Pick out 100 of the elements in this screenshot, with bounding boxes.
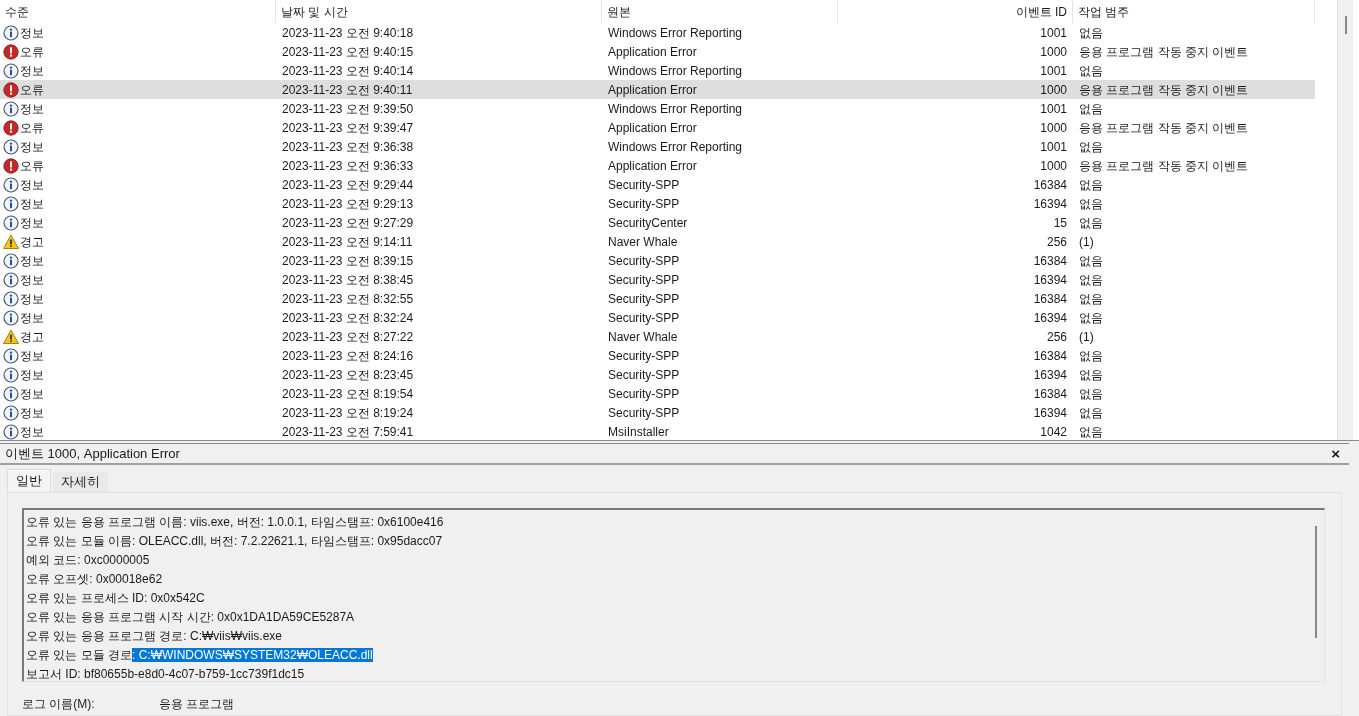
- event-id-text: 16394: [1032, 271, 1068, 289]
- event-id-text: 16394: [1032, 404, 1068, 422]
- event-id-text: 15: [1052, 214, 1068, 232]
- event-id-text: 16384: [1032, 252, 1068, 270]
- event-id-text: 1000: [1039, 119, 1068, 137]
- info-icon: [3, 404, 19, 421]
- info-icon: [3, 195, 19, 212]
- field-label: 로그 이름(M):: [22, 696, 96, 713]
- detail-line: 보고서 ID: bf80655b-e8d0-4c07-b759-1cc739f1dc15: [26, 666, 306, 683]
- level-text: 정보: [20, 347, 44, 365]
- event-id-text: 16384: [1032, 347, 1068, 365]
- category-text: 응용 프로그램 작동 중지 이벤트: [1078, 43, 1250, 61]
- source-text: Application Error: [607, 157, 698, 175]
- info-icon: [3, 24, 19, 41]
- category-text: 없음: [1078, 347, 1104, 365]
- tab[interactable]: 자세히: [53, 472, 108, 492]
- source-text: Security-SPP: [607, 366, 681, 384]
- tab[interactable]: 일반: [7, 469, 51, 492]
- info-icon: [3, 252, 19, 269]
- detail-line: 오류 있는 프로세스 ID: 0x0x542C: [26, 590, 206, 607]
- category-text: 없음: [1078, 404, 1104, 422]
- info-icon: [3, 214, 19, 231]
- level-text: 정보: [20, 100, 44, 118]
- category-text: 응용 프로그램 작동 중지 이벤트: [1078, 81, 1250, 99]
- event-id-text: 16394: [1032, 309, 1068, 327]
- date-text: 2023-11-23 오전 8:19:54: [281, 385, 415, 403]
- info-icon: [3, 138, 19, 155]
- source-text: Security-SPP: [607, 385, 681, 403]
- level-text: 오류: [20, 43, 44, 61]
- source-text: Naver Whale: [607, 233, 679, 251]
- detail-line: 오류 있는 모듈 이름: OLEACC.dll, 버전: 7.2.22621.1, 타임스탬프: 0x95dacc07: [26, 533, 444, 550]
- event-id-text: 1001: [1039, 100, 1068, 118]
- category-text: 없음: [1078, 100, 1104, 118]
- level-text: 정보: [20, 214, 44, 232]
- info-icon: [3, 62, 19, 79]
- category-text: 없음: [1078, 366, 1104, 384]
- warning-icon: [3, 233, 19, 250]
- event-id-text: 16394: [1032, 366, 1068, 384]
- info-icon: [3, 176, 19, 193]
- date-text: 2023-11-23 오전 9:29:13: [281, 195, 415, 213]
- detail-line: 오류 있는 모듈 경로: C:₩WINDOWS₩SYSTEM32₩OLEACC.dll: [26, 647, 374, 664]
- event-id-text: 1042: [1039, 423, 1068, 440]
- source-text: Security-SPP: [607, 309, 681, 327]
- event-id-text: 16384: [1032, 385, 1068, 403]
- level-text: 경고: [20, 233, 44, 251]
- date-text: 2023-11-23 오전 8:32:55: [281, 290, 415, 308]
- close-button[interactable]: ×: [1327, 446, 1344, 461]
- detail-line: 오류 있는 응용 프로그램 경로: C:₩viis₩viis.exe: [26, 628, 283, 645]
- scrollbar[interactable]: [1337, 0, 1353, 440]
- category-text: (1): [1078, 328, 1095, 346]
- error-icon: [3, 43, 19, 60]
- source-text: Security-SPP: [607, 290, 681, 308]
- info-icon: [3, 100, 19, 117]
- event-id-text: 16384: [1032, 176, 1068, 194]
- category-text: 없음: [1078, 62, 1104, 80]
- detail-line: 오류 오프셋: 0x00018e62: [26, 571, 164, 588]
- level-text: 오류: [20, 157, 44, 175]
- error-icon: [3, 81, 19, 98]
- source-text: SecurityCenter: [607, 214, 689, 232]
- category-text: 없음: [1078, 24, 1104, 42]
- date-text: 2023-11-23 오전 9:39:50: [281, 100, 415, 118]
- date-text: 2023-11-23 오전 7:59:41: [281, 423, 415, 440]
- info-icon: [3, 366, 19, 383]
- detail-line: 오류 있는 응용 프로그램 이름: viis.exe, 버전: 1.0.0.1, 타임스탬프: 0x6100e416: [26, 514, 445, 531]
- date-text: 2023-11-23 오전 8:19:24: [281, 404, 415, 422]
- category-text: 없음: [1078, 252, 1104, 270]
- date-text: 2023-11-23 오전 9:40:11: [281, 81, 414, 99]
- date-text: 2023-11-23 오전 9:39:47: [281, 119, 415, 137]
- event-row[interactable]: 오류 2023-11-23 오전 9:40:11 Application Error 1000 응용 프로그램 작동 중지 이벤트: [0, 80, 1315, 99]
- level-text: 오류: [20, 81, 44, 99]
- category-text: 없음: [1078, 290, 1104, 308]
- date-text: 2023-11-23 오전 8:32:24: [281, 309, 415, 327]
- source-text: Windows Error Reporting: [607, 100, 744, 118]
- category-text: 없음: [1078, 309, 1104, 327]
- event-id-text: 256: [1045, 233, 1068, 251]
- level-text: 정보: [20, 195, 44, 213]
- date-text: 2023-11-23 오전 9:36:33: [281, 157, 415, 175]
- level-text: 정보: [20, 271, 44, 289]
- level-text: 정보: [20, 366, 44, 384]
- error-icon: [3, 157, 19, 174]
- source-text: Application Error: [607, 119, 698, 137]
- source-text: Security-SPP: [607, 347, 681, 365]
- date-text: 2023-11-23 오전 8:23:45: [281, 366, 415, 384]
- detail-title: 이벤트 1000, Application Error: [5, 444, 180, 463]
- level-text: 정보: [20, 404, 44, 422]
- error-icon: [3, 119, 19, 136]
- category-text: 응용 프로그램 작동 중지 이벤트: [1078, 119, 1250, 137]
- info-icon: [3, 271, 19, 288]
- date-text: 2023-11-23 오전 8:24:16: [281, 347, 415, 365]
- source-text: Security-SPP: [607, 176, 681, 194]
- event-id-text: 16384: [1032, 290, 1068, 308]
- detail-line: 예외 코드: 0xc0000005: [26, 552, 151, 569]
- level-text: 정보: [20, 24, 44, 42]
- level-text: 정보: [20, 423, 44, 440]
- source-text: Windows Error Reporting: [607, 138, 744, 156]
- event-id-text: 256: [1045, 328, 1068, 346]
- date-text: 2023-11-23 오전 8:27:22: [281, 328, 415, 346]
- category-text: 없음: [1078, 176, 1104, 194]
- date-text: 2023-11-23 오전 9:40:14: [281, 62, 415, 80]
- level-text: 정보: [20, 309, 44, 327]
